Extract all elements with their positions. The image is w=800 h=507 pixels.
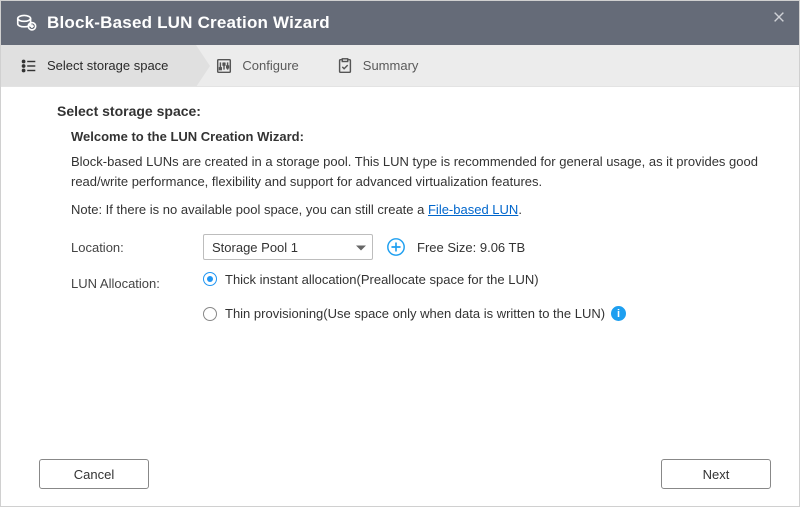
step-label: Configure xyxy=(242,58,298,73)
allocation-option-thin[interactable]: Thin provisioning(Use space only when da… xyxy=(203,306,769,321)
file-based-lun-link[interactable]: File-based LUN xyxy=(428,202,518,217)
page-subheading: Welcome to the LUN Creation Wizard: xyxy=(71,129,769,144)
step-configure[interactable]: Configure xyxy=(196,45,316,86)
allocation-label: LUN Allocation: xyxy=(71,276,203,291)
location-row: Location: Storage Pool 1 Free Size: 9.06… xyxy=(71,234,769,260)
chevron-down-icon xyxy=(356,240,366,255)
window-title: Block-Based LUN Creation Wizard xyxy=(47,13,330,33)
location-select[interactable]: Storage Pool 1 xyxy=(203,234,373,260)
cancel-button[interactable]: Cancel xyxy=(39,459,149,489)
radio-thick-label: Thick instant allocation(Preallocate spa… xyxy=(225,272,539,287)
next-button[interactable]: Next xyxy=(661,459,771,489)
wizard-steps: Select storage space Configure Summary xyxy=(1,45,799,87)
info-icon[interactable]: i xyxy=(611,306,626,321)
add-storage-pool-button[interactable] xyxy=(385,236,407,258)
app-icon xyxy=(15,12,37,34)
radio-thin-label: Thin provisioning(Use space only when da… xyxy=(225,306,605,321)
sliders-icon xyxy=(214,56,234,76)
note-suffix: . xyxy=(518,202,522,217)
step-label: Summary xyxy=(363,58,419,73)
location-label: Location: xyxy=(71,240,203,255)
titlebar: Block-Based LUN Creation Wizard xyxy=(1,1,799,45)
allocation-row: LUN Allocation: Thick instant allocation… xyxy=(71,270,769,296)
footer: Cancel Next xyxy=(1,442,799,506)
step-label: Select storage space xyxy=(47,58,168,73)
free-size-label: Free Size: 9.06 TB xyxy=(417,240,525,255)
list-icon xyxy=(19,56,39,76)
page-description: Block-based LUNs are created in a storag… xyxy=(71,152,769,192)
note-line: Note: If there is no available pool spac… xyxy=(71,200,769,220)
radio-thin[interactable] xyxy=(203,307,217,321)
content-area: Select storage space: Welcome to the LUN… xyxy=(1,87,799,321)
close-icon[interactable] xyxy=(769,7,789,27)
note-prefix: Note: If there is no available pool spac… xyxy=(71,202,428,217)
page-heading: Select storage space: xyxy=(57,103,769,119)
location-value: Storage Pool 1 xyxy=(212,240,298,255)
allocation-option-thick[interactable]: Thick instant allocation(Preallocate spa… xyxy=(203,272,539,287)
clipboard-check-icon xyxy=(335,56,355,76)
radio-thick[interactable] xyxy=(203,272,217,286)
step-select-storage[interactable]: Select storage space xyxy=(1,45,196,86)
step-summary[interactable]: Summary xyxy=(317,45,437,86)
